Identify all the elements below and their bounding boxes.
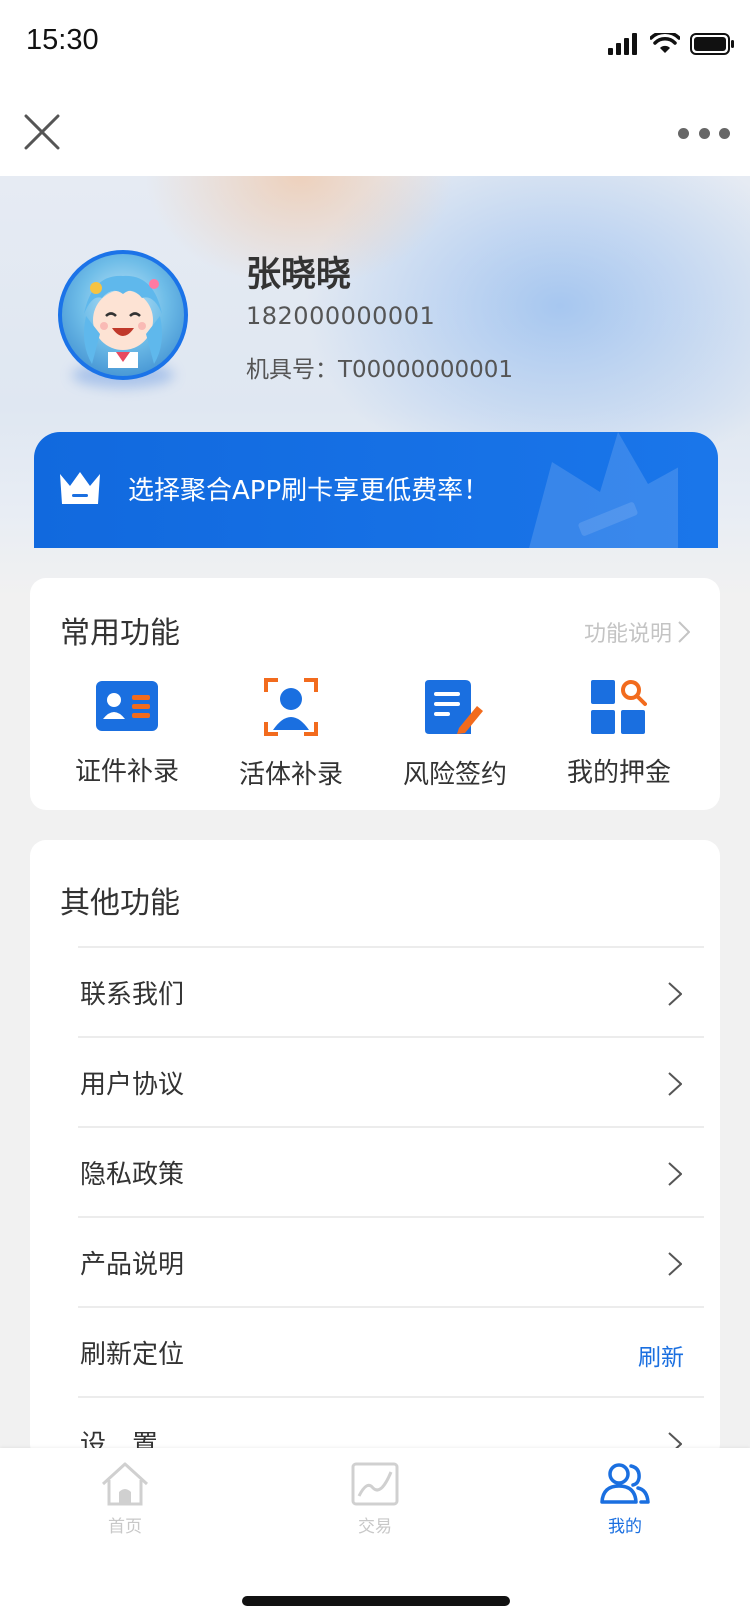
more-options-button[interactable] [678,118,730,148]
function-id-supplement[interactable]: 证件补录 [45,678,209,788]
users-icon [600,1463,650,1504]
avatar-illustration-icon [84,275,162,368]
common-functions-title: 常用功能 [60,616,180,651]
other-functions-title: 其他功能 [60,886,180,921]
promo-text: 选择聚合APP刷卡享更低费率！ [128,476,490,506]
function-label: 我的押金 [566,758,671,788]
signal-icon [608,33,637,55]
common-functions-grid: 证件补录 活体补录 风险签约 我的押金 [30,678,720,790]
dot [678,127,689,139]
list-item-user-agreement[interactable]: 用户协议 [78,1036,704,1126]
avatar[interactable] [58,250,188,380]
chart-icon [351,1462,399,1506]
function-risk-sign[interactable]: 风险签约 [373,678,537,790]
list-item-label: 刷新定位 [80,1339,185,1370]
avatar-container[interactable] [58,250,188,388]
nav-bar [0,88,750,176]
function-label: 风险签约 [402,760,507,790]
tab-home[interactable]: 首页 [0,1448,250,1548]
dot [719,127,730,139]
list-item-label: 联系我们 [80,979,185,1010]
function-liveness-supplement[interactable]: 活体补录 [209,678,373,790]
home-icon [101,1462,149,1506]
dot [698,127,710,139]
list-item-refresh-location: 刷新定位 刷新 [78,1306,704,1396]
tab-bar: 首页 交易 我的 [0,1448,750,1548]
list-item-contact-us[interactable]: 联系我们 [78,946,704,1036]
list-item-label: 隐私政策 [80,1159,185,1190]
crown-watermark-icon [529,432,678,548]
function-label: 活体补录 [238,760,343,790]
chevron-right-icon [668,1252,682,1276]
chevron-right-icon [668,1162,682,1186]
list-item-label: 用户协议 [80,1069,185,1100]
tab-mine[interactable]: 我的 [500,1448,750,1548]
user-phone: 182000000001 [246,302,436,330]
device-number-value: T00000000001 [338,357,514,383]
battery-icon [690,33,734,55]
deposit-grid-icon [591,680,647,734]
close-icon[interactable] [20,110,64,154]
list-item-privacy-policy[interactable]: 隐私政策 [78,1126,704,1216]
tab-trade[interactable]: 交易 [250,1448,500,1548]
list-item-product-info[interactable]: 产品说明 [78,1216,704,1306]
function-help-link[interactable]: 功能说明 [584,616,690,648]
status-time: 15:30 [26,24,99,56]
crown-icon [60,472,100,504]
function-label: 证件补录 [74,757,179,787]
status-icons [608,30,736,58]
id-card-icon [96,680,158,731]
function-my-deposit[interactable]: 我的押金 [537,678,701,788]
device-number: 机具号：T00000000001 [246,350,513,384]
refresh-location-button[interactable]: 刷新 [638,1338,684,1372]
common-functions-card: 常用功能 功能说明 证件补录 活体补录 风险签约 我的押金 [30,578,720,810]
tab-label: 交易 [358,1517,392,1537]
list-item-label: 产品说明 [80,1249,185,1280]
user-name: 张晓晓 [246,255,352,295]
device-number-label: 机具号： [246,357,338,383]
sign-document-icon [425,680,483,734]
other-functions-list: 联系我们 用户协议 隐私政策 产品说明 刷新定位 刷新 设 置 [78,946,704,1486]
other-functions-card: 其他功能 联系我们 用户协议 隐私政策 产品说明 刷新定位 刷新 设 置 [30,840,720,1460]
function-help-label: 功能说明 [583,622,672,647]
home-indicator[interactable] [242,1596,510,1606]
wifi-icon [650,33,680,53]
face-scan-icon [264,678,318,736]
chevron-right-icon [668,982,682,1006]
tab-label: 首页 [108,1517,142,1537]
home-indicator-area [0,1548,750,1624]
status-bar: 15:30 [0,0,750,88]
chevron-right-icon [668,1072,682,1096]
profile-page: 15:30 张晓晓 182000000001 机具号：T00000000001 … [0,0,750,1624]
promo-banner[interactable]: 选择聚合APP刷卡享更低费率！ [34,432,718,548]
tab-label: 我的 [608,1517,642,1537]
chevron-right-icon [678,621,690,643]
